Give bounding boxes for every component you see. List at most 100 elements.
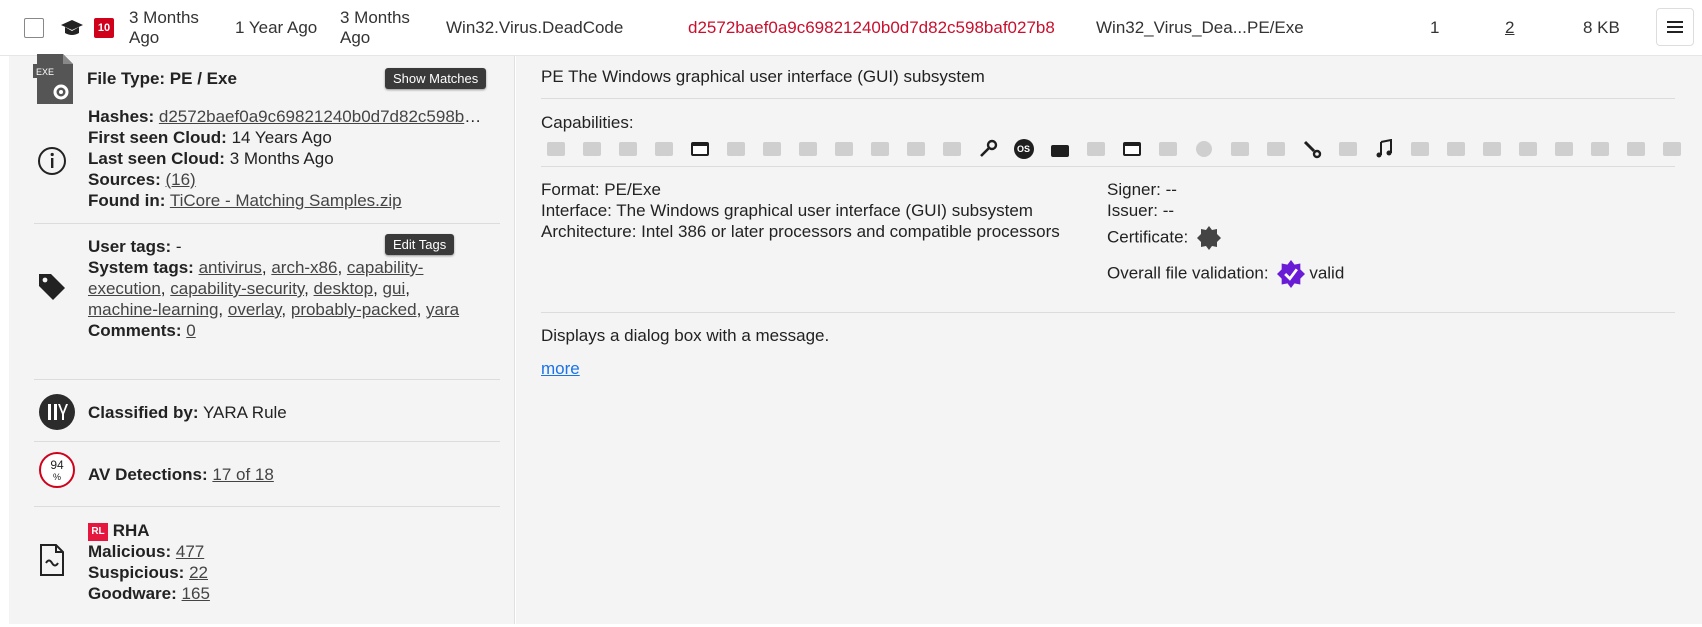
capability-icon[interactable]	[757, 138, 786, 160]
capability-icon[interactable]	[541, 138, 570, 160]
row-checkbox[interactable]	[24, 18, 44, 38]
plugin-capability-icon[interactable]	[1045, 138, 1074, 160]
issuer-line: Issuer: --	[1107, 201, 1175, 220]
more-link[interactable]: more	[541, 359, 580, 379]
pe-details-panel: PE The Windows graphical user interface …	[516, 56, 1702, 624]
first-seen-cloud-value: 14 Years Ago	[231, 128, 332, 147]
file-name-cell: Win32_Virus_Dea...	[1096, 18, 1247, 37]
last-seen-cloud-label: Last seen Cloud:	[88, 149, 225, 168]
verified-check-icon	[1277, 260, 1306, 288]
extracted-count-link[interactable]: 2	[1505, 18, 1514, 38]
tag-link[interactable]: probably-packed	[291, 300, 417, 319]
divider	[34, 506, 500, 507]
first-seen-cell: 3 Months Ago	[129, 8, 199, 47]
row-menu-button[interactable]	[1656, 8, 1694, 46]
validation-value: valid	[1309, 263, 1345, 283]
tag-link[interactable]: desktop	[314, 279, 374, 298]
exe-file-icon-text: EXE	[36, 67, 54, 77]
window-capability-icon[interactable]	[685, 138, 714, 160]
last-seen-cell: 1 Year Ago	[235, 18, 318, 37]
tag-link[interactable]: machine-learning	[88, 300, 218, 319]
malicious-link[interactable]: 477	[176, 542, 204, 561]
tag-link[interactable]: arch-x86	[271, 258, 337, 277]
user-tags-value: -	[175, 237, 182, 256]
validation-label: Overall file validation:	[1107, 263, 1269, 283]
tag-link[interactable]: antivirus	[199, 258, 262, 277]
sources-link[interactable]: (16)	[165, 170, 195, 189]
capability-icon[interactable]	[1261, 138, 1290, 160]
format-line: Format: PE/Exe	[541, 180, 661, 199]
comments-link[interactable]: 0	[186, 321, 195, 340]
capability-icon[interactable]	[1657, 138, 1686, 160]
capability-icon[interactable]	[1441, 138, 1470, 160]
capability-icon[interactable]	[1585, 138, 1614, 160]
suspicious-label: Suspicious:	[88, 563, 185, 582]
yara-icon	[39, 394, 75, 430]
sources-label: Sources:	[88, 170, 161, 189]
capability-icon[interactable]	[793, 138, 822, 160]
capability-icon[interactable]	[1621, 138, 1650, 160]
tag-icon	[39, 274, 65, 300]
capability-description: Displays a dialog box with a message.	[541, 326, 830, 345]
capability-icon[interactable]	[1477, 138, 1506, 160]
divider	[34, 379, 500, 380]
show-matches-button[interactable]: Show Matches	[385, 68, 487, 89]
divider	[541, 98, 1675, 99]
format-block: Format: PE/Exe Interface: The Windows gr…	[541, 179, 1060, 242]
key-icon	[979, 139, 997, 157]
capability-icon[interactable]	[829, 138, 858, 160]
sample-row[interactable]: 10 3 Months Ago 1 Year Ago 3 Months Ago …	[0, 0, 1702, 56]
music-capability-icon[interactable]	[1369, 138, 1398, 160]
tag-link[interactable]: capability-security	[170, 279, 304, 298]
os-badge: OS	[1013, 139, 1034, 159]
wrench-capability-icon[interactable]	[1297, 138, 1326, 160]
goodware-link[interactable]: 165	[182, 584, 210, 603]
os-capability-icon[interactable]: OS	[1009, 138, 1038, 160]
count-cell: 1	[1430, 18, 1440, 37]
capability-icon[interactable]	[1549, 138, 1578, 160]
divider	[541, 166, 1675, 167]
info-icon	[38, 147, 66, 175]
hashes-label: Hashes:	[88, 107, 155, 126]
document-icon	[40, 544, 64, 576]
capability-icon[interactable]	[865, 138, 894, 160]
capability-icon[interactable]	[1225, 138, 1254, 160]
gui-capability-icon[interactable]	[1117, 138, 1146, 160]
capability-icon[interactable]	[613, 138, 642, 160]
capability-icon[interactable]	[937, 138, 966, 160]
rha-badge: RL	[88, 522, 108, 541]
suspicious-link[interactable]: 22	[189, 563, 208, 582]
capability-icon[interactable]	[577, 138, 606, 160]
hash-cell[interactable]: d2572baef0a9c69821240b0d7d82c598baf027b8	[688, 18, 1055, 38]
av-link[interactable]: 17 of 18	[212, 465, 273, 484]
capability-icon[interactable]	[1153, 138, 1182, 160]
key-capability-icon[interactable]	[973, 138, 1002, 160]
last-seen-cloud-value: 3 Months Ago	[229, 149, 334, 168]
tag-link[interactable]: yara	[426, 300, 459, 319]
interface-line: Interface: The Windows graphical user in…	[541, 201, 1033, 220]
capability-icon[interactable]	[1189, 138, 1218, 160]
comments-label: Comments:	[88, 321, 182, 340]
certificate-seal-icon	[1196, 226, 1221, 250]
capability-icon[interactable]	[721, 138, 750, 160]
divider	[34, 223, 500, 224]
divider	[541, 312, 1675, 313]
capabilities-row: OS	[541, 138, 1686, 160]
wrench-icon	[1303, 140, 1321, 159]
capability-icon[interactable]	[649, 138, 678, 160]
capability-icon[interactable]	[1405, 138, 1434, 160]
found-in-label: Found in:	[88, 191, 166, 210]
capability-icon[interactable]	[1333, 138, 1362, 160]
system-tags-label: System tags:	[88, 258, 194, 277]
malicious-label: Malicious:	[88, 542, 172, 561]
capability-icon[interactable]	[901, 138, 930, 160]
tag-link[interactable]: gui	[383, 279, 406, 298]
hash-link[interactable]: d2572baef0a9c69821240b0d7d82c598baf027b8	[159, 107, 488, 126]
av-percent-sign: %	[52, 472, 61, 482]
found-in-link[interactable]: TiCore - Matching Samples.zip	[170, 191, 402, 210]
capability-icon[interactable]	[1513, 138, 1542, 160]
tag-link[interactable]: overlay	[228, 300, 282, 319]
threat-name-cell: Win32.Virus.DeadCode	[446, 18, 624, 37]
av-label: AV Detections:	[88, 465, 208, 484]
capability-icon[interactable]	[1081, 138, 1110, 160]
